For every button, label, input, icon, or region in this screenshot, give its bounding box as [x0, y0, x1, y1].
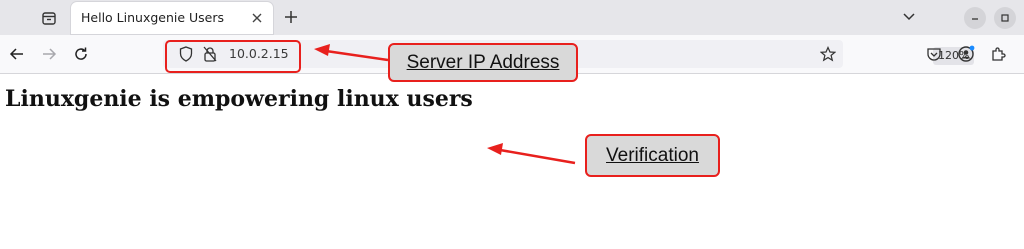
- annotation-arrows: [314, 44, 576, 165]
- verification-arrow: [487, 143, 576, 165]
- server-ip-callout: Server IP Address: [388, 43, 578, 82]
- verification-callout: Verification: [585, 134, 720, 177]
- ip-arrow: [314, 44, 389, 62]
